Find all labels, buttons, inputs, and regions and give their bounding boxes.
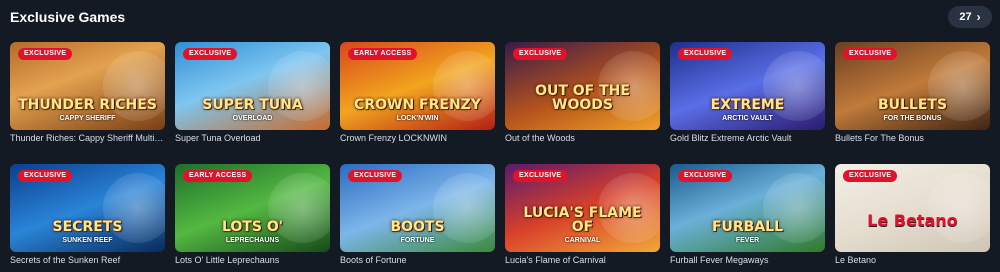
game-thumbnail[interactable]: EXCLUSIVE BOOTS FORTUNE — [340, 164, 495, 252]
game-card[interactable]: EXCLUSIVE LUCIA'S FLAME OF CARNIVAL Lucia's… — [505, 164, 660, 268]
game-logo-title: THUNDER RICHES — [18, 97, 157, 113]
game-name[interactable]: Out of the Woods — [505, 133, 660, 143]
game-thumbnail[interactable]: EXCLUSIVE SUPER TUNA OVERLOAD — [175, 42, 330, 130]
game-name[interactable]: Crown Frenzy LOCKNWIN — [340, 133, 495, 143]
game-badge: EARLY ACCESS — [348, 48, 418, 60]
games-row: EXCLUSIVE SECRETS SUNKEN REEF Secrets of th… — [10, 164, 990, 268]
game-name[interactable]: Gold Blitz Extreme Arctic Vault — [670, 133, 825, 143]
game-logo-title: LOTS O' — [221, 219, 284, 235]
chevron-right-icon: › — [976, 10, 981, 24]
game-badge: EXCLUSIVE — [678, 48, 733, 60]
game-thumbnail[interactable]: EXCLUSIVE BULLETS FOR THE BONUS — [835, 42, 990, 130]
game-thumbnail[interactable]: EXCLUSIVE EXTREME ARCTIC VAULT — [670, 42, 825, 130]
game-name[interactable]: Furball Fever Megaways — [670, 255, 825, 265]
game-card[interactable]: EXCLUSIVE BULLETS FOR THE BONUS Bullets For… — [835, 42, 990, 146]
game-logo-title: EXTREME — [710, 97, 785, 113]
game-name[interactable]: Lots O' Little Leprechauns — [175, 255, 330, 265]
game-badge: EARLY ACCESS — [183, 170, 253, 182]
game-card[interactable]: EXCLUSIVE SUPER TUNA OVERLOAD Super Tuna Ov… — [175, 42, 330, 146]
game-badge: EXCLUSIVE — [843, 48, 898, 60]
game-name[interactable]: Secrets of the Sunken Reef — [10, 255, 165, 265]
game-logo-subtitle: FEVER — [735, 237, 760, 244]
game-logo-subtitle: OVERLOAD — [232, 115, 273, 122]
game-card[interactable]: EARLY ACCESS CROWN FRENZY LOCK'N'WIN Crown … — [340, 42, 495, 146]
game-logo-title: LUCIA'S FLAME OF — [523, 205, 642, 235]
game-logo-subtitle: FORTUNE — [400, 237, 435, 244]
game-thumbnail[interactable]: EXCLUSIVE OUT OF THE WOODS — [505, 42, 660, 130]
game-card[interactable]: EARLY ACCESS LOTS O' LEPRECHAUNS Lots O' Li… — [175, 164, 330, 268]
game-card[interactable]: EXCLUSIVE EXTREME ARCTIC VAULT Gold Blitz E… — [670, 42, 825, 146]
thumbnail-glow — [928, 172, 990, 243]
see-all-button[interactable]: 27 › — [948, 6, 992, 28]
game-thumbnail[interactable]: EARLY ACCESS LOTS O' LEPRECHAUNS — [175, 164, 330, 252]
game-logo-title: BOOTS — [390, 219, 445, 235]
game-card[interactable]: EXCLUSIVE SECRETS SUNKEN REEF Secrets of th… — [10, 164, 165, 268]
game-badge: EXCLUSIVE — [513, 48, 568, 60]
game-thumbnail[interactable]: EXCLUSIVE THUNDER RICHES CAPPY SHERIFF — [10, 42, 165, 130]
game-badge: EXCLUSIVE — [18, 170, 73, 182]
game-name[interactable]: Le Betano — [835, 255, 990, 265]
section-title: Exclusive Games — [10, 9, 126, 25]
game-logo-subtitle: LOCK'N'WIN — [396, 115, 439, 122]
game-count: 27 — [959, 11, 972, 23]
game-badge: EXCLUSIVE — [18, 48, 73, 60]
games-row: EXCLUSIVE THUNDER RICHES CAPPY SHERIFF Thun… — [10, 42, 990, 146]
game-thumbnail[interactable]: EXCLUSIVE LUCIA'S FLAME OF CARNIVAL — [505, 164, 660, 252]
game-badge: EXCLUSIVE — [678, 170, 733, 182]
game-card[interactable]: EXCLUSIVE Le Betano Le Betano — [835, 164, 990, 268]
game-card[interactable]: EXCLUSIVE FURBALL FEVER Furball Fever Megaw… — [670, 164, 825, 268]
game-name[interactable]: Boots of Fortune — [340, 255, 495, 265]
section-header: Exclusive Games 27 › — [10, 6, 992, 28]
game-logo-title: BULLETS — [877, 97, 948, 113]
game-thumbnail[interactable]: EXCLUSIVE FURBALL FEVER — [670, 164, 825, 252]
game-logo-subtitle: SUNKEN REEF — [62, 237, 113, 244]
game-logo-title: SECRETS — [52, 219, 123, 235]
game-name[interactable]: Lucia's Flame of Carnival — [505, 255, 660, 265]
game-logo-title: Le Betano — [867, 211, 958, 230]
game-badge: EXCLUSIVE — [843, 170, 898, 182]
game-badge: EXCLUSIVE — [183, 48, 238, 60]
game-logo-title: CROWN FRENZY — [354, 97, 481, 113]
game-badge: EXCLUSIVE — [348, 170, 403, 182]
game-logo-subtitle: LEPRECHAUNS — [225, 237, 280, 244]
game-card[interactable]: EXCLUSIVE BOOTS FORTUNE Boots of Fortune — [340, 164, 495, 268]
game-logo-subtitle: FOR THE BONUS — [883, 115, 942, 122]
game-thumbnail[interactable]: EARLY ACCESS CROWN FRENZY LOCK'N'WIN — [340, 42, 495, 130]
game-name[interactable]: Bullets For The Bonus — [835, 133, 990, 143]
game-badge: EXCLUSIVE — [513, 170, 568, 182]
game-name[interactable]: Super Tuna Overload — [175, 133, 330, 143]
game-card[interactable]: EXCLUSIVE THUNDER RICHES CAPPY SHERIFF Thun… — [10, 42, 165, 146]
game-logo-title: OUT OF THE WOODS — [535, 83, 630, 113]
game-card[interactable]: EXCLUSIVE OUT OF THE WOODS Out of the Wood… — [505, 42, 660, 146]
game-logo-title: FURBALL — [711, 219, 784, 235]
game-logo-subtitle: ARCTIC VAULT — [722, 115, 773, 122]
game-thumbnail[interactable]: EXCLUSIVE SECRETS SUNKEN REEF — [10, 164, 165, 252]
game-name[interactable]: Thunder Riches: Cappy Sheriff MultiChase — [10, 133, 165, 143]
game-thumbnail[interactable]: EXCLUSIVE Le Betano — [835, 164, 990, 252]
game-logo-subtitle: CAPPY SHERIFF — [59, 115, 116, 122]
game-logo-subtitle: CARNIVAL — [564, 237, 601, 244]
game-logo-title: SUPER TUNA — [202, 97, 303, 113]
